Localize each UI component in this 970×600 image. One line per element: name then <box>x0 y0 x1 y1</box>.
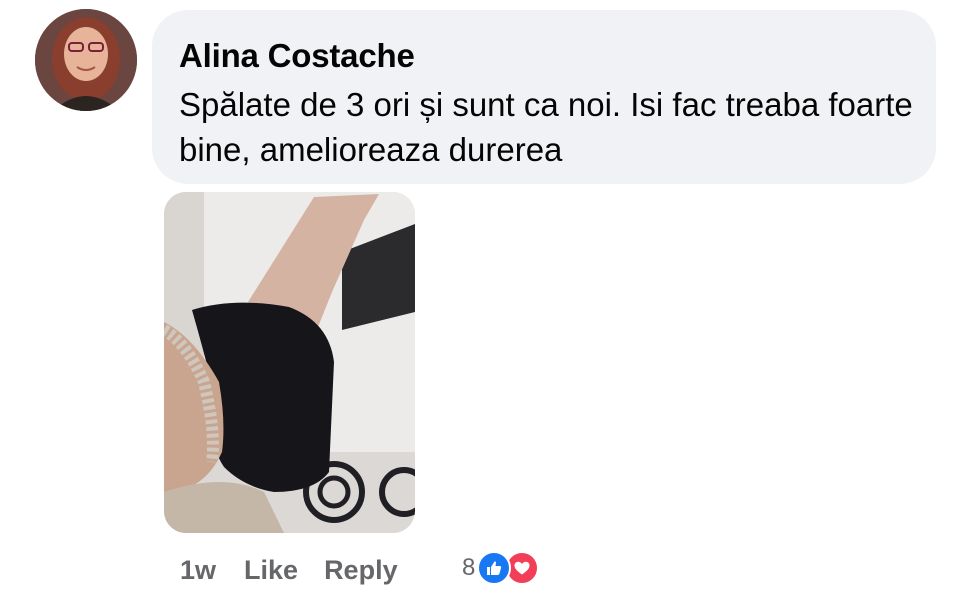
like-icon <box>477 551 512 585</box>
comment-actions: 1w Like Reply <box>180 550 398 590</box>
reply-button[interactable]: Reply <box>324 555 398 586</box>
comment-text: Spălate de 3 ori și sunt ca noi. Isi fac… <box>179 86 913 168</box>
avatar[interactable] <box>35 9 137 111</box>
reactions-summary[interactable]: 8 <box>462 548 540 588</box>
comment-container: Alina Costache Spălate de 3 ori și sunt … <box>0 0 970 600</box>
timestamp[interactable]: 1w <box>180 555 216 586</box>
comment-bubble: Alina Costache Spălate de 3 ori și sunt … <box>152 10 936 184</box>
author-name[interactable]: Alina Costache <box>179 36 908 76</box>
reaction-count: 8 <box>462 554 476 581</box>
comment-photo[interactable] <box>164 192 415 533</box>
like-button[interactable]: Like <box>244 555 298 586</box>
